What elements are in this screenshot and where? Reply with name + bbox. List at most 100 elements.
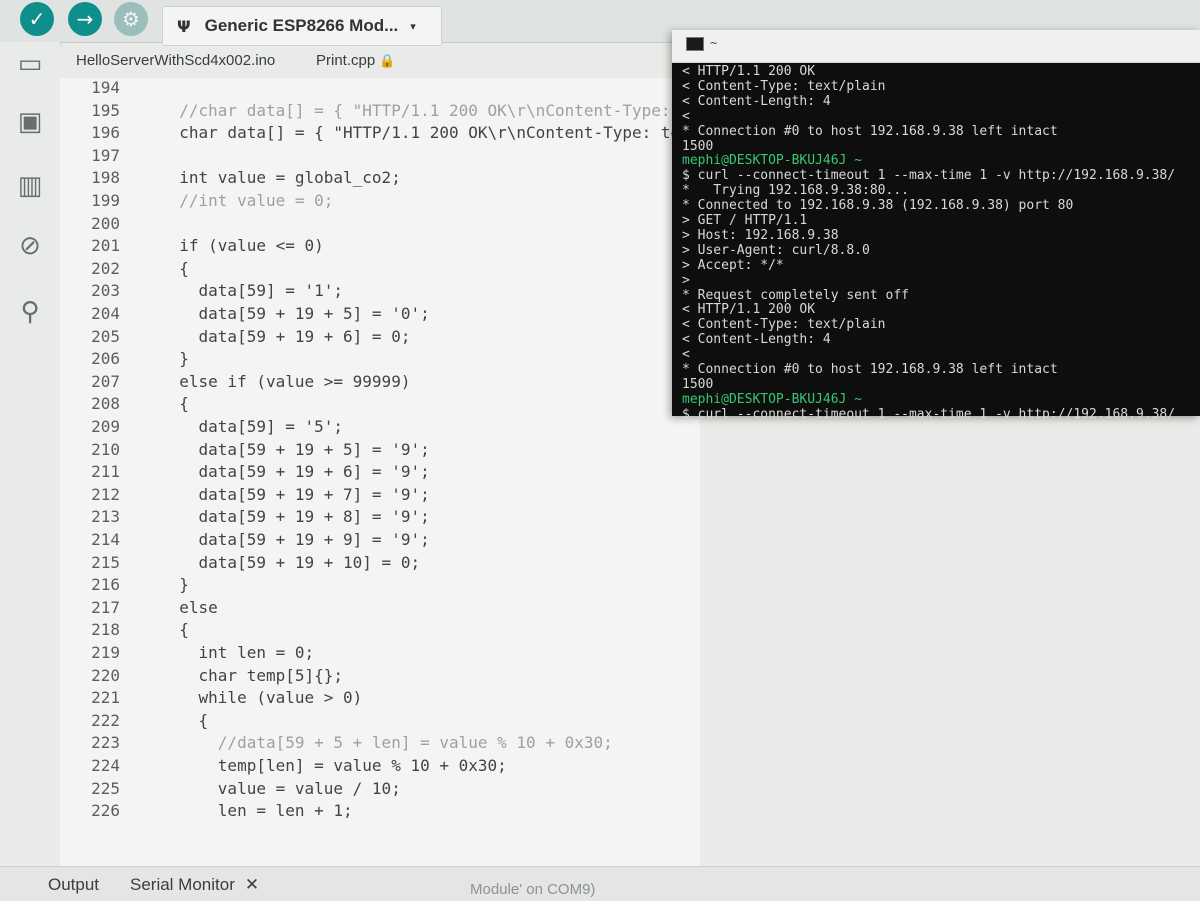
code-text: while (value > 0)	[160, 688, 363, 708]
tab-print-cpp[interactable]: Print.cpp 🔒	[316, 52, 395, 69]
terminal-line: > User-Agent: curl/8.8.0	[682, 242, 870, 258]
bottom-panel: Output Serial Monitor ✕ Module' on COM9)	[0, 866, 1200, 901]
terminal-line: mephi@DESKTOP-BKUJ46J ~	[682, 153, 863, 169]
code-line[interactable]: 194	[60, 78, 700, 102]
code-line[interactable]: 218 {	[60, 620, 700, 644]
code-text: //data[59 + 5 + len] = value % 10 + 0x30…	[160, 733, 613, 753]
code-line[interactable]: 212 data[59 + 19 + 7] = '9';	[60, 485, 700, 509]
code-line[interactable]: 221 while (value > 0)	[60, 688, 700, 712]
line-number: 215	[91, 552, 120, 572]
terminal-line: < Content-Length: 4	[682, 332, 831, 348]
code-line[interactable]: 200	[60, 214, 700, 238]
line-number: 204	[91, 304, 120, 323]
line-number: 210	[91, 439, 120, 459]
tab-main-sketch[interactable]: HelloServerWithScd4x002.ino	[76, 52, 275, 69]
code-line[interactable]: 198 int value = global_co2;	[60, 168, 700, 192]
line-number: 213	[91, 507, 120, 527]
line-number: 206	[91, 349, 120, 369]
code-line[interactable]: 197	[60, 146, 700, 170]
board-selector[interactable]: Ψ Generic ESP8266 Mod... ▾	[162, 6, 442, 46]
code-line[interactable]: 205 data[59 + 19 + 6] = 0;	[60, 327, 700, 351]
code-line[interactable]: 216 }	[60, 575, 700, 599]
code-line[interactable]: 222 {	[60, 711, 700, 735]
line-number: 224	[91, 756, 120, 775]
line-number: 195	[91, 100, 120, 120]
search-icon[interactable]: ⚲	[12, 294, 48, 330]
code-text: data[59 + 19 + 5] = '9';	[160, 439, 430, 459]
code-line[interactable]: 203 data[59] = '1';	[60, 281, 700, 305]
code-text: }	[160, 349, 189, 369]
code-line[interactable]: 206 }	[60, 349, 700, 373]
code-editor[interactable]: 194 195 //char data[] = { "HTTP/1.1 200 O…	[60, 78, 728, 870]
close-icon[interactable]: ✕	[245, 875, 259, 895]
line-number: 199	[91, 191, 120, 210]
line-number: 222	[91, 710, 120, 730]
library-icon[interactable]: ▥	[12, 168, 48, 204]
code-line[interactable]: 204 data[59 + 19 + 5] = '0';	[60, 304, 700, 328]
terminal-line: > Accept: */*	[682, 257, 784, 273]
code-line[interactable]: 224 temp[len] = value % 10 + 0x30;	[60, 756, 700, 780]
code-line[interactable]: 195 //char data[] = { "HTTP/1.1 200 OK\r…	[60, 100, 728, 125]
terminal-line: < HTTP/1.1 200 OK	[682, 302, 816, 318]
code-line[interactable]: 210 data[59 + 19 + 5] = '9';	[60, 440, 700, 464]
code-line[interactable]: 219 int len = 0;	[60, 643, 700, 667]
terminal-window[interactable]: ~ < HTTP/1.1 200 OK < Content-Type: text/…	[672, 30, 1200, 422]
terminal-line: < Content-Type: text/plain	[682, 78, 886, 94]
line-number: 208	[91, 394, 120, 414]
code-line[interactable]: 209 data[59] = '5';	[60, 417, 700, 441]
debug-circle-icon[interactable]: ⊘	[12, 228, 48, 264]
terminal-line: 1500	[682, 138, 714, 154]
tab-serial-label: Serial Monitor	[130, 875, 235, 894]
code-line[interactable]: 214 data[59 + 19 + 9] = '9';	[60, 530, 700, 554]
code-line[interactable]: 199 //int value = 0;	[60, 191, 700, 215]
tab-label: Print.cpp	[316, 52, 376, 69]
code-line[interactable]: 202 {	[60, 259, 700, 283]
code-text: data[59 + 19 + 5] = '0';	[160, 304, 430, 323]
line-number: 196	[91, 123, 120, 143]
debug-button[interactable]: ⚙	[114, 2, 148, 36]
code-text: if (value <= 0)	[160, 236, 324, 256]
line-number: 214	[91, 530, 120, 549]
board-manager-icon[interactable]: ▣	[12, 104, 48, 140]
code-text: {	[160, 394, 189, 414]
code-line[interactable]: 225 value = value / 10;	[60, 779, 700, 803]
tab-serial-monitor[interactable]: Serial Monitor ✕	[130, 875, 259, 895]
code-text: data[59 + 19 + 6] = '9';	[160, 462, 430, 482]
code-line[interactable]: 207 else if (value >= 99999)	[60, 372, 700, 396]
tab-output[interactable]: Output	[48, 875, 99, 895]
upload-button[interactable]: →	[68, 2, 102, 36]
code-text: data[59 + 19 + 6] = 0;	[160, 326, 411, 346]
verify-button[interactable]: ✓	[20, 2, 54, 36]
code-text: char temp[5]{};	[160, 665, 344, 685]
code-line[interactable]: 220 char temp[5]{};	[60, 666, 700, 690]
code-text: int len = 0;	[160, 643, 315, 662]
code-line[interactable]: 217 else	[60, 598, 700, 622]
line-number: 194	[91, 78, 120, 97]
line-number: 211	[91, 462, 120, 482]
tab-output-label: Output	[48, 875, 100, 894]
tab-bar: HelloServerWithScd4x002.ino Print.cpp 🔒	[60, 46, 680, 82]
code-text: char data[] = { "HTTP/1.1 200 OK\r\nCont…	[160, 123, 729, 143]
code-line[interactable]: 201 if (value <= 0)	[60, 236, 700, 260]
folder-icon[interactable]: ▭	[12, 46, 48, 82]
terminal-line: * Connected to 192.168.9.38 (192.168.9.3…	[682, 198, 1074, 214]
code-line[interactable]: 213 data[59 + 19 + 8] = '9';	[60, 507, 700, 531]
line-number: 216	[91, 575, 120, 595]
code-text: }	[160, 575, 189, 595]
code-line[interactable]: 196 char data[] = { "HTTP/1.1 200 OK\r\n…	[60, 123, 728, 147]
line-number: 207	[91, 371, 120, 391]
code-line[interactable]: 208 {	[60, 394, 700, 418]
activity-bar: ▭ ▣ ▥ ⊘ ⚲	[0, 42, 61, 900]
usb-icon: Ψ	[177, 16, 191, 36]
arrow-right-icon: →	[76, 7, 94, 31]
code-line[interactable]: 226 len = len + 1;	[60, 801, 700, 825]
terminal-titlebar[interactable]: ~	[672, 30, 1200, 63]
line-number: 197	[91, 145, 120, 165]
code-line[interactable]: 223 //data[59 + 5 + len] = value % 10 + …	[60, 733, 700, 757]
board-name: Generic ESP8266 Mod...	[204, 16, 399, 35]
line-number: 223	[91, 733, 120, 753]
code-line[interactable]: 215 data[59 + 19 + 10] = 0;	[60, 553, 700, 577]
terminal-line: < Content-Type: text/plain	[682, 317, 886, 333]
terminal-line: * Request completely sent off	[682, 287, 909, 303]
code-line[interactable]: 211 data[59 + 19 + 6] = '9';	[60, 462, 700, 486]
